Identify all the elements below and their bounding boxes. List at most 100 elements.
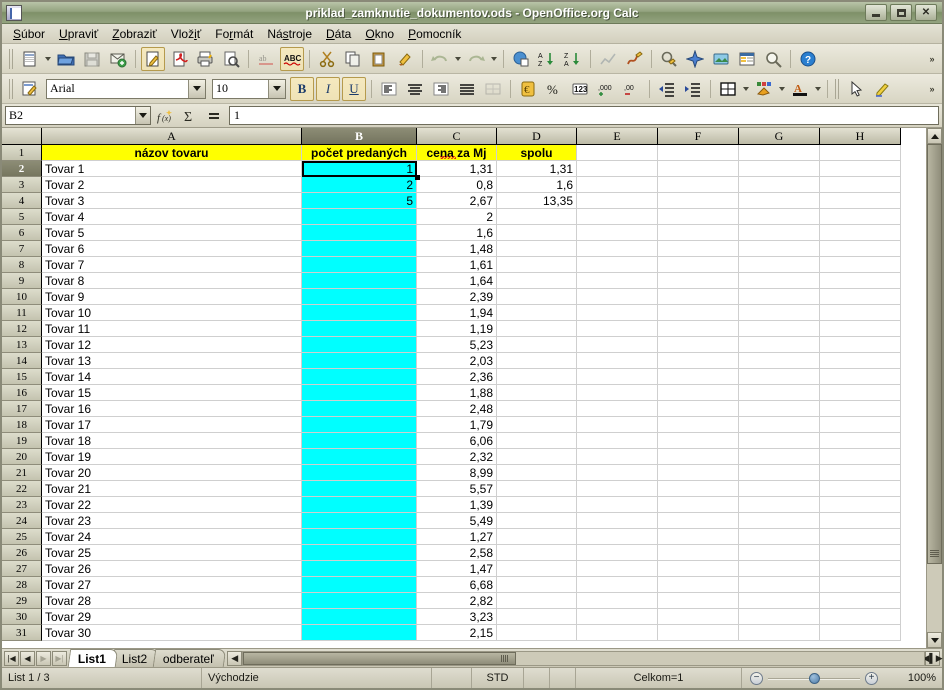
cell-A14[interactable]: Tovar 13	[42, 353, 302, 369]
hscroll-left-button[interactable]: ◀	[227, 650, 243, 666]
equals-icon[interactable]	[205, 107, 223, 125]
cell-B7[interactable]	[302, 241, 417, 257]
sort-ascending-icon[interactable]: AZ	[535, 47, 559, 71]
sum-icon[interactable]: Σ	[181, 107, 199, 125]
cell-C17[interactable]: 2,48	[417, 401, 497, 417]
cell-B18[interactable]	[302, 417, 417, 433]
cell-C13[interactable]: 5,23	[417, 337, 497, 353]
cell-D15[interactable]	[497, 369, 577, 385]
cell-C26[interactable]: 2,58	[417, 545, 497, 561]
row-header-7[interactable]: 7	[2, 241, 42, 257]
cell-A29[interactable]: Tovar 28	[42, 593, 302, 609]
sheet-first-button[interactable]: |◀	[4, 650, 19, 666]
cell-G9[interactable]	[739, 273, 820, 289]
cell-D13[interactable]	[497, 337, 577, 353]
cell-B1[interactable]: počet predaných	[302, 145, 417, 161]
open-document-icon[interactable]	[54, 47, 78, 71]
styles-icon[interactable]	[18, 77, 42, 101]
menu-okno[interactable]: Okno	[358, 25, 401, 43]
new-document-icon[interactable]	[18, 47, 42, 71]
formatting-toolbar-grip-2[interactable]	[835, 78, 840, 99]
cell-G10[interactable]	[739, 289, 820, 305]
number-format-icon[interactable]: 123	[568, 77, 592, 101]
cell-E16[interactable]	[577, 385, 658, 401]
row-header-1[interactable]: 1	[2, 145, 42, 161]
cell-E19[interactable]	[577, 433, 658, 449]
cell-E11[interactable]	[577, 305, 658, 321]
cell-H1[interactable]	[820, 145, 901, 161]
cell-C25[interactable]: 1,27	[417, 529, 497, 545]
cell-F28[interactable]	[658, 577, 739, 593]
cell-E10[interactable]	[577, 289, 658, 305]
borders-dropdown-icon[interactable]	[741, 77, 751, 101]
cell-E14[interactable]	[577, 353, 658, 369]
cell-E5[interactable]	[577, 209, 658, 225]
standard-toolbar-overflow[interactable]: »	[924, 44, 940, 73]
cell-B19[interactable]	[302, 433, 417, 449]
cell-E13[interactable]	[577, 337, 658, 353]
hyperlink-icon[interactable]	[509, 47, 533, 71]
row-header-11[interactable]: 11	[2, 305, 42, 321]
cell-D8[interactable]	[497, 257, 577, 273]
vertical-scrollbar[interactable]	[926, 128, 942, 648]
menu-data[interactable]: Dáta	[319, 25, 358, 43]
cell-D28[interactable]	[497, 577, 577, 593]
cell-D25[interactable]	[497, 529, 577, 545]
cell-B29[interactable]	[302, 593, 417, 609]
cell-A4[interactable]: Tovar 3	[42, 193, 302, 209]
cell-A2[interactable]: Tovar 1	[42, 161, 302, 177]
align-right-icon[interactable]	[429, 77, 453, 101]
cell-E17[interactable]	[577, 401, 658, 417]
cell-E15[interactable]	[577, 369, 658, 385]
cell-A12[interactable]: Tovar 11	[42, 321, 302, 337]
cell-C28[interactable]: 6,68	[417, 577, 497, 593]
row-header-21[interactable]: 21	[2, 465, 42, 481]
name-box-input[interactable]	[6, 107, 135, 124]
underline-button[interactable]: U	[342, 76, 366, 101]
cell-A8[interactable]: Tovar 7	[42, 257, 302, 273]
cell-F8[interactable]	[658, 257, 739, 273]
font-name-dropdown-icon[interactable]	[188, 79, 205, 98]
cell-B22[interactable]	[302, 481, 417, 497]
row-header-26[interactable]: 26	[2, 545, 42, 561]
cell-F27[interactable]	[658, 561, 739, 577]
cell-G25[interactable]	[739, 529, 820, 545]
cell-E9[interactable]	[577, 273, 658, 289]
cell-B25[interactable]	[302, 529, 417, 545]
row-header-12[interactable]: 12	[2, 321, 42, 337]
cell-F1[interactable]	[658, 145, 739, 161]
cell-G11[interactable]	[739, 305, 820, 321]
cell-A11[interactable]: Tovar 10	[42, 305, 302, 321]
save-document-icon[interactable]	[80, 47, 104, 71]
cell-G14[interactable]	[739, 353, 820, 369]
cell-H13[interactable]	[820, 337, 901, 353]
cell-H29[interactable]	[820, 593, 901, 609]
cell-F6[interactable]	[658, 225, 739, 241]
cell-B30[interactable]	[302, 609, 417, 625]
row-header-25[interactable]: 25	[2, 529, 42, 545]
cell-F5[interactable]	[658, 209, 739, 225]
row-header-18[interactable]: 18	[2, 417, 42, 433]
cell-G2[interactable]	[739, 161, 820, 177]
cell-H7[interactable]	[820, 241, 901, 257]
cell-H23[interactable]	[820, 497, 901, 513]
sheet-tab-odberateľ[interactable]: odberateľ	[153, 649, 227, 667]
row-header-13[interactable]: 13	[2, 337, 42, 353]
cell-F23[interactable]	[658, 497, 739, 513]
row-header-29[interactable]: 29	[2, 593, 42, 609]
cell-B13[interactable]	[302, 337, 417, 353]
cell-B17[interactable]	[302, 401, 417, 417]
cell-G16[interactable]	[739, 385, 820, 401]
spellcheck-icon[interactable]: ab	[254, 47, 278, 71]
cell-F14[interactable]	[658, 353, 739, 369]
cell-A5[interactable]: Tovar 4	[42, 209, 302, 225]
status-insert-mode[interactable]	[432, 668, 472, 688]
cell-G21[interactable]	[739, 465, 820, 481]
cell-H2[interactable]	[820, 161, 901, 177]
hscroll-right-button[interactable]: ◀▌▶	[922, 650, 943, 666]
cell-H4[interactable]	[820, 193, 901, 209]
cell-G26[interactable]	[739, 545, 820, 561]
cell-A23[interactable]: Tovar 22	[42, 497, 302, 513]
align-left-icon[interactable]	[377, 77, 401, 101]
cell-C1[interactable]: cena za Mj	[417, 145, 497, 161]
